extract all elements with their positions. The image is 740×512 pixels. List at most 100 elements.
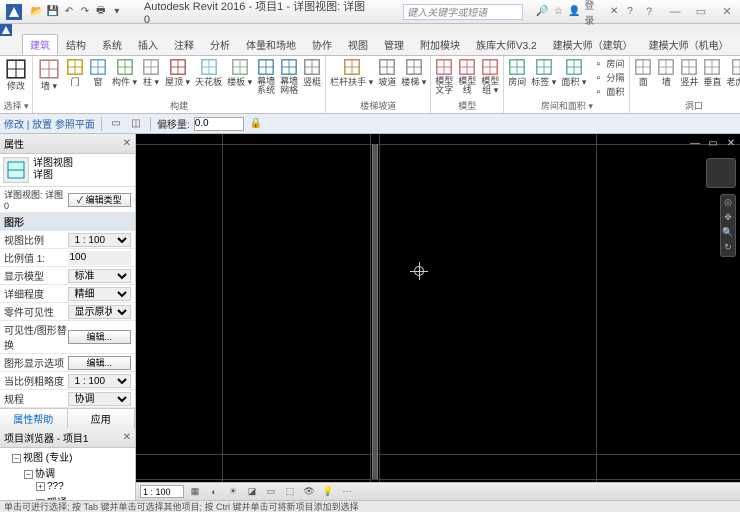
qat-redo-icon[interactable]: ↷ (78, 5, 92, 19)
crop-region-icon[interactable]: ⬚ (282, 485, 298, 499)
tool-railing[interactable]: 栏杆扶手 ▾ (328, 57, 375, 88)
draft-horizontal-line[interactable] (136, 144, 740, 145)
tool-cgrid[interactable]: 幕墙网格 (278, 57, 300, 96)
tool-mini[interactable]: ▫房间 (589, 57, 627, 71)
tree-toggle-icon[interactable]: + (36, 482, 45, 491)
qat-undo-icon[interactable]: ↶ (62, 5, 76, 19)
tree-item[interactable]: −暖通−楼层平面1 - 机械 (36, 493, 135, 500)
tool-roof[interactable]: 屋顶 ▾ (163, 57, 192, 88)
tab-6[interactable]: 体量和场地 (238, 34, 304, 55)
vc-close-icon[interactable]: ✕ (724, 136, 738, 150)
nav-pan-icon[interactable]: ✥ (722, 212, 734, 224)
infocenter-icon[interactable]: 🔎 (537, 6, 549, 18)
type-selector[interactable]: 详图视图 详图 (0, 154, 135, 187)
tool-dormer[interactable]: 老虎窗 (724, 57, 740, 88)
tool-curtain[interactable]: 幕墙系统 (255, 57, 277, 96)
drawing-canvas[interactable] (136, 134, 740, 500)
ob-lock-icon[interactable]: 🔒 (248, 116, 264, 132)
tab-14[interactable]: 斯德尔·土建 (737, 34, 740, 55)
ob-pick-icon[interactable]: ◫ (128, 116, 144, 132)
draft-horizontal-line[interactable] (136, 454, 740, 455)
tool-mini[interactable]: ▫面积 (589, 85, 627, 99)
tool-mgroup[interactable]: 模型组 ▾ (479, 57, 501, 96)
tool-mini[interactable]: ▫分隔 (589, 71, 627, 85)
nav-wheel-icon[interactable]: ◎ (722, 197, 734, 209)
tool-ramp[interactable]: 坡道 (376, 57, 398, 88)
tab-7[interactable]: 协作 (304, 34, 340, 55)
sun-path-icon[interactable]: ☀ (225, 485, 241, 499)
prop-edit-button[interactable]: 编辑... (68, 356, 132, 370)
tool-column[interactable]: 柱 ▾ (140, 57, 162, 88)
tool-area[interactable]: 面积 ▾ (559, 57, 588, 88)
user-icon[interactable]: 👤 (568, 6, 580, 18)
prop-select[interactable]: 1 : 100 (68, 233, 132, 247)
draft-vertical-line[interactable] (596, 134, 597, 482)
tab-4[interactable]: 注释 (166, 34, 202, 55)
vc-min-icon[interactable]: — (688, 136, 702, 150)
login-link[interactable]: 登录 (584, 6, 604, 18)
prop-select[interactable]: 显示原状态 (68, 305, 132, 319)
qat-print-icon[interactable]: 🖶 (94, 5, 108, 19)
help-button[interactable]: ? (636, 2, 662, 22)
tool-floor[interactable]: 楼板 ▾ (225, 57, 254, 88)
star-icon[interactable]: ☆ (553, 6, 565, 18)
nav-zoom-icon[interactable]: 🔍 (722, 227, 734, 239)
offset-input[interactable] (194, 117, 244, 131)
reveal-hidden-icon[interactable]: 💡 (320, 485, 336, 499)
tool-ceiling[interactable]: 天花板 (193, 57, 224, 88)
tool-comp[interactable]: 构件 ▾ (110, 57, 139, 88)
tool-cursor[interactable]: 修改 (2, 57, 30, 92)
tool-tag[interactable]: 标签 ▾ (529, 57, 558, 88)
maximize-button[interactable]: ▭ (688, 2, 714, 22)
draft-vertical-line[interactable] (379, 134, 380, 482)
tab-2[interactable]: 系统 (94, 34, 130, 55)
shadows-icon[interactable]: ◪ (244, 485, 260, 499)
edit-type-button[interactable]: ✓ 编辑类型 (68, 193, 132, 207)
tab-3[interactable]: 插入 (130, 34, 166, 55)
tool-door[interactable]: 门 (64, 57, 86, 88)
tab-8[interactable]: 视图 (340, 34, 376, 55)
tool-op-v[interactable]: 垂直 (701, 57, 723, 88)
tool-room[interactable]: 房间 (506, 57, 528, 88)
vc-max-icon[interactable]: ▭ (706, 136, 720, 150)
app-icon[interactable] (4, 2, 24, 22)
tool-op-wall[interactable]: 墙 (655, 57, 677, 88)
tool-window[interactable]: 窗 (87, 57, 109, 88)
prop-edit-button[interactable]: 编辑... (68, 330, 132, 344)
tool-wall[interactable]: 墙 ▾ (35, 57, 63, 92)
draft-vertical-line[interactable] (370, 134, 371, 482)
wall-section[interactable] (372, 144, 378, 479)
prop-select[interactable]: 精细 (68, 287, 132, 301)
draft-vertical-line[interactable] (222, 134, 223, 482)
tree-toggle-icon[interactable]: − (24, 470, 33, 479)
tool-op-face[interactable]: 面 (632, 57, 654, 88)
qat-save-icon[interactable]: 💾 (46, 5, 60, 19)
help-dropdown-icon[interactable]: ? (624, 6, 636, 18)
visual-style-icon[interactable]: ◐ (206, 485, 222, 499)
qat-open-icon[interactable]: 📂 (30, 5, 44, 19)
minimize-button[interactable]: — (662, 2, 688, 22)
hide-isolate-icon[interactable]: 👁 (301, 485, 317, 499)
properties-help-link[interactable]: 属性帮助 (0, 409, 68, 428)
prop-select[interactable]: 标准 (68, 269, 132, 283)
tab-12[interactable]: 建模大师（建筑） (545, 34, 641, 55)
tab-11[interactable]: 族库大师V3.2 (468, 34, 545, 55)
close-button[interactable]: ✕ (714, 2, 740, 22)
qat-dropdown-icon[interactable]: ▾ (110, 5, 124, 19)
prop-select[interactable]: 1 : 100 (68, 374, 132, 388)
tab-1[interactable]: 结构 (58, 34, 94, 55)
exchange-icon[interactable]: ✕ (608, 6, 620, 18)
properties-close-icon[interactable]: ✕ (123, 138, 131, 149)
tree-root-item[interactable]: −视图 (专业)−协调+???−暖通−楼层平面1 - 机械+卫浴−机械−暖通−楼… (12, 448, 135, 500)
tool-mullion[interactable]: 竖梃 (301, 57, 323, 88)
detail-level-icon[interactable]: ▦ (187, 485, 203, 499)
tool-mline[interactable]: 模型线 (456, 57, 478, 96)
project-browser[interactable]: −视图 (专业)−协调+???−暖通−楼层平面1 - 机械+卫浴−机械−暖通−楼… (0, 448, 135, 500)
crop-view-icon[interactable]: ▭ (263, 485, 279, 499)
tool-mtext[interactable]: 模型文字 (433, 57, 455, 96)
browser-close-icon[interactable]: ✕ (123, 432, 131, 443)
tab-13[interactable]: 建模大师（机电） (641, 34, 737, 55)
search-input[interactable]: 键入关键字或短语 (403, 4, 522, 20)
canvas-area[interactable]: — ▭ ✕ ◎ ✥ 🔍 ↻ ▦ ◐ ☀ ◪ ▭ ⬚ 👁 💡 ⋯ (136, 134, 740, 500)
tool-stair[interactable]: 楼梯 ▾ (399, 57, 428, 88)
